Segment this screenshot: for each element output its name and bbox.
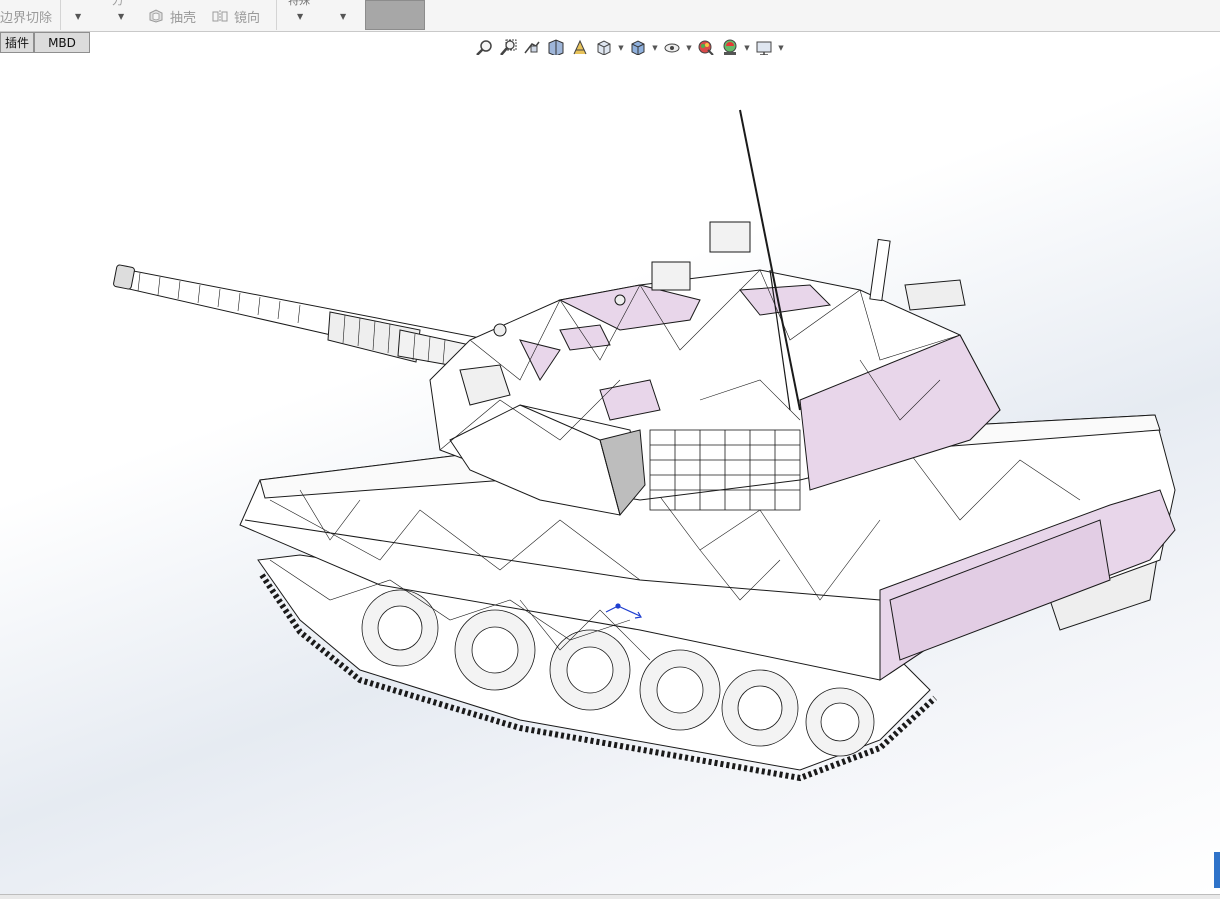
mirror-button[interactable]: 镜向 [212, 3, 260, 29]
truncated-label: 力 [112, 0, 123, 7]
chevron-down-icon[interactable]: ▼ [75, 12, 81, 21]
graphics-viewport[interactable] [0, 55, 1220, 895]
tab-label: MBD [48, 35, 76, 50]
shell-icon [149, 9, 163, 23]
mirror-label: 镜向 [234, 10, 261, 26]
chevron-down-icon[interactable]: ▼ [684, 44, 694, 52]
gun-barrel [113, 264, 481, 369]
tab-label: 插件 [4, 36, 29, 50]
ribbon-separator [276, 0, 277, 30]
boundary-cut-label: 边界切除 [0, 10, 53, 26]
chevron-down-icon[interactable]: ▼ [340, 12, 346, 21]
truncated-label: 特殊 [288, 0, 310, 7]
tab-mbd[interactable]: MBD [34, 32, 90, 53]
ribbon-separator [60, 0, 61, 30]
chevron-down-icon[interactable]: ▼ [118, 12, 124, 21]
chevron-down-icon[interactable]: ▼ [776, 44, 786, 52]
chevron-down-icon[interactable]: ▼ [616, 44, 626, 52]
mirror-icon [212, 10, 228, 22]
shell-button[interactable]: 抽壳 [148, 3, 196, 29]
chevron-down-icon[interactable]: ▼ [742, 44, 752, 52]
chevron-down-icon[interactable]: ▼ [297, 12, 303, 21]
command-manager-ribbon: 边界切除 ▼ 力 ▼ 抽壳 镜向 特殊 ▼ ▼ [0, 0, 1220, 32]
status-bar [0, 894, 1220, 899]
task-pane-tab[interactable] [1214, 852, 1220, 888]
tab-add-ins[interactable]: 插件 [0, 32, 34, 53]
tank-wireframe-model[interactable] [0, 55, 1220, 895]
shell-label: 抽壳 [170, 10, 197, 26]
chevron-down-icon[interactable]: ▼ [650, 44, 660, 52]
command-tabs: 插件 MBD [0, 32, 90, 54]
color-swatch-button[interactable] [365, 0, 425, 30]
boundary-cut-button[interactable]: 边界切除 [0, 3, 52, 29]
